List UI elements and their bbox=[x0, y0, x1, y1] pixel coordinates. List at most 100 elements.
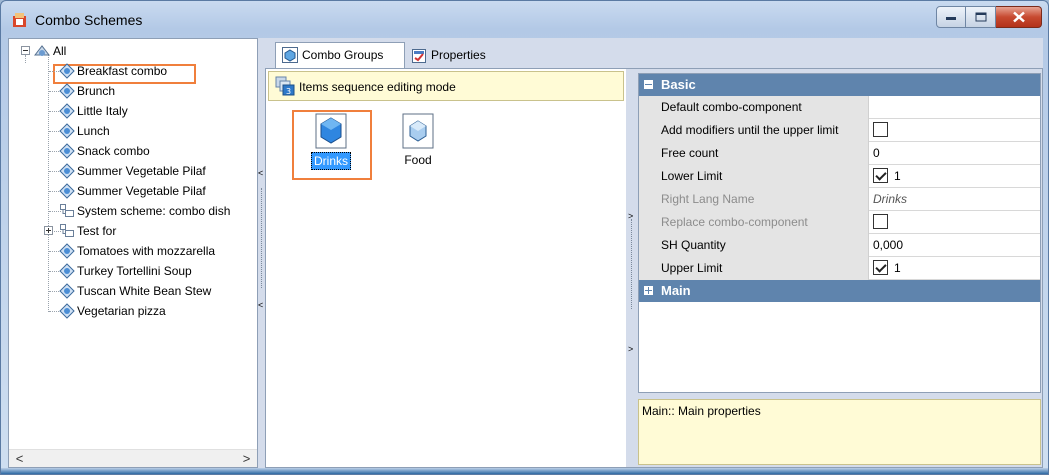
chevron-left-icon[interactable]: < bbox=[258, 300, 263, 310]
tree-item-label: Turkey Tortellini Soup bbox=[77, 264, 192, 278]
combo-scheme-icon bbox=[59, 143, 75, 159]
properties-pane: > > Basic Main Default combo-component A… bbox=[626, 69, 1042, 467]
chevron-left-icon[interactable]: < bbox=[258, 168, 263, 178]
property-grid[interactable]: Basic Main Default combo-component Add mo… bbox=[638, 73, 1041, 393]
inner-splitter[interactable]: > > bbox=[626, 69, 636, 467]
chevron-right-icon[interactable]: > bbox=[628, 344, 633, 354]
tree-root-label: All bbox=[53, 44, 67, 58]
group-item-food-label: Food bbox=[404, 153, 432, 167]
tree-connector bbox=[48, 55, 49, 312]
tree-list: All Breakfast combo Brunch Little Italy Lun… bbox=[9, 39, 257, 439]
property-row[interactable]: SH Quantity 0,000 bbox=[639, 234, 1040, 257]
scroll-right-icon[interactable]: > bbox=[238, 452, 255, 466]
property-value: 0,000 bbox=[873, 238, 904, 252]
collapse-all-icon[interactable] bbox=[21, 46, 30, 55]
property-name: Free count bbox=[639, 142, 869, 165]
expand-icon[interactable] bbox=[44, 226, 53, 235]
tree-item-label: Snack combo bbox=[77, 144, 150, 158]
property-checkbox[interactable] bbox=[873, 260, 888, 276]
property-checkbox[interactable] bbox=[873, 122, 888, 138]
app-icon bbox=[13, 13, 26, 27]
category-main-label: Main bbox=[661, 283, 691, 298]
property-row[interactable]: Lower Limit 1 bbox=[639, 165, 1040, 188]
window-title: Combo Schemes bbox=[35, 12, 143, 28]
main-area: Combo Groups Properties 3 Items sequence… bbox=[265, 38, 1043, 468]
property-name: Upper Limit bbox=[639, 257, 869, 280]
property-value-cell[interactable]: 0 bbox=[871, 142, 880, 165]
group-item-food[interactable]: Food bbox=[383, 113, 453, 168]
combo-scheme-icon bbox=[59, 243, 75, 259]
svg-text:3: 3 bbox=[286, 87, 291, 96]
property-name: Replace combo-component bbox=[639, 211, 869, 234]
property-value-cell[interactable]: 1 bbox=[871, 165, 901, 188]
drinks-highlight bbox=[292, 110, 372, 180]
tree-item-label: Summer Vegetable Pilaf bbox=[77, 164, 206, 178]
tree-item-label: Brunch bbox=[77, 84, 116, 98]
tab-combo-groups-label: Combo Groups bbox=[302, 48, 384, 62]
expand-icon[interactable] bbox=[644, 286, 653, 295]
property-description: Main:: Main properties bbox=[638, 399, 1041, 465]
folder-icon bbox=[60, 224, 74, 237]
property-name: Default combo-component bbox=[639, 96, 869, 119]
tree-item-label: Lunch bbox=[77, 124, 110, 138]
property-value-cell[interactable] bbox=[871, 211, 888, 234]
combo-scheme-icon bbox=[59, 283, 75, 299]
title-bar[interactable]: Combo Schemes bbox=[1, 1, 1048, 37]
collapse-icon[interactable] bbox=[644, 80, 653, 89]
maximize-button[interactable] bbox=[966, 6, 996, 28]
property-row[interactable]: Replace combo-component bbox=[639, 211, 1040, 234]
properties-tab-icon bbox=[412, 49, 426, 63]
sequence-mode-bar[interactable]: 3 Items sequence editing mode bbox=[268, 71, 624, 101]
property-value-cell[interactable]: 0,000 bbox=[871, 234, 903, 257]
property-value: Drinks bbox=[873, 192, 908, 206]
property-value-cell[interactable]: Drinks bbox=[871, 188, 907, 211]
property-value-cell[interactable] bbox=[871, 119, 888, 142]
property-value: 1 bbox=[894, 169, 901, 183]
splitter-grip bbox=[631, 219, 632, 309]
category-basic[interactable]: Basic bbox=[639, 74, 1040, 96]
property-row[interactable]: Add modifiers until the upper limit bbox=[639, 119, 1040, 142]
maximize-icon bbox=[975, 12, 986, 22]
taskbar-strip bbox=[1, 468, 1048, 474]
tree-item-label: Tomatoes with mozzarella bbox=[77, 244, 216, 258]
property-row[interactable]: Free count 0 bbox=[639, 142, 1040, 165]
property-name: Lower Limit bbox=[639, 165, 869, 188]
combo-groups-pane[interactable]: 3 Items sequence editing mode Drinks Foo… bbox=[266, 69, 626, 467]
tree-item-label: Breakfast combo bbox=[77, 64, 168, 78]
tree-item-label: Summer Vegetable Pilaf bbox=[77, 184, 206, 198]
tab-combo-groups[interactable]: Combo Groups bbox=[275, 42, 405, 68]
tab-properties[interactable]: Properties bbox=[405, 44, 505, 68]
tree-connector bbox=[25, 55, 26, 63]
left-splitter[interactable]: < < bbox=[258, 38, 265, 468]
combo-scheme-tree[interactable]: All Breakfast combo Brunch Little Italy Lun… bbox=[8, 38, 258, 468]
property-checkbox[interactable] bbox=[873, 214, 888, 230]
category-main[interactable]: Main bbox=[639, 280, 1040, 302]
property-name: Right Lang Name bbox=[639, 188, 869, 211]
folder-icon bbox=[60, 204, 74, 217]
combo-scheme-icon bbox=[59, 163, 75, 179]
combo-scheme-icon bbox=[59, 83, 75, 99]
tree-horizontal-scrollbar[interactable]: < > bbox=[9, 449, 257, 467]
tab-content: 3 Items sequence editing mode Drinks Foo… bbox=[265, 68, 1043, 468]
property-value-cell[interactable] bbox=[871, 96, 873, 119]
property-row[interactable]: Right Lang Name Drinks bbox=[639, 188, 1040, 211]
scroll-left-icon[interactable]: < bbox=[11, 452, 28, 466]
property-name: SH Quantity bbox=[639, 234, 869, 257]
tab-strip: Combo Groups Properties bbox=[265, 38, 1043, 68]
sequence-mode-text: Items sequence editing mode bbox=[299, 80, 456, 94]
property-row[interactable]: Default combo-component bbox=[639, 96, 1040, 119]
folder-root-icon bbox=[33, 45, 51, 56]
minimize-button[interactable] bbox=[936, 6, 966, 28]
property-checkbox[interactable] bbox=[873, 168, 888, 184]
property-name: Add modifiers until the upper limit bbox=[639, 119, 869, 142]
combo-scheme-icon bbox=[59, 183, 75, 199]
combo-scheme-icon bbox=[59, 123, 75, 139]
property-value-cell[interactable]: 1 bbox=[871, 257, 901, 280]
tree-item-label: System scheme: combo dish bbox=[77, 204, 231, 218]
close-icon bbox=[1012, 11, 1025, 23]
close-button[interactable] bbox=[996, 6, 1042, 28]
tab-properties-label: Properties bbox=[431, 48, 486, 62]
combo-scheme-icon bbox=[59, 103, 75, 119]
property-row[interactable]: Upper Limit 1 bbox=[639, 257, 1040, 280]
sequence-mode-icon: 3 bbox=[275, 76, 295, 96]
